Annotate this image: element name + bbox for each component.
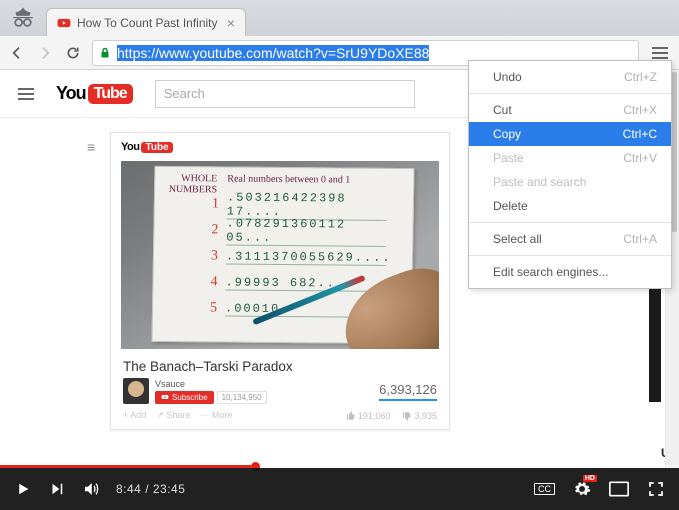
ctx-paste[interactable]: Paste Ctrl+V — [469, 146, 671, 170]
time-display: 8:44 / 23:45 — [116, 482, 185, 496]
mini-logo-tube: Tube — [141, 142, 172, 153]
ctx-label: Cut — [493, 103, 512, 117]
settings-button[interactable]: HD — [573, 480, 591, 498]
address-bar-context-menu: Undo Ctrl+Z Cut Ctrl+X Copy Ctrl+C Paste… — [468, 60, 672, 289]
more-button[interactable]: ⋯ More — [200, 410, 232, 421]
paper-row-num: 5 — [163, 300, 225, 317]
url-text: https://www.youtube.com/watch?v=SrU9YDoX… — [117, 45, 429, 61]
paper-row-num: 2 — [164, 222, 226, 239]
ctx-label: Copy — [493, 127, 521, 141]
list-handle-icon: ≡ — [87, 139, 95, 155]
paper-heading-right: Real numbers between 0 and 1 — [227, 174, 350, 186]
browser-tab-active[interactable]: How To Count Past Infinity × — [46, 8, 246, 36]
ctx-separator — [469, 222, 671, 223]
current-time: 8:44 — [116, 482, 141, 496]
paper-row-val: .3111370055629.... — [226, 249, 386, 265]
share-button[interactable]: ↗ Share — [156, 410, 190, 421]
ctx-label: Edit search engines... — [493, 265, 608, 279]
view-count: 6,393,126 — [379, 382, 437, 401]
paper-row-val: .078291360112 05... — [226, 216, 387, 246]
like-button[interactable]: 191,060 — [346, 411, 391, 421]
add-to-button[interactable]: + Add — [123, 410, 146, 421]
reload-button[interactable] — [64, 44, 82, 62]
ctx-delete[interactable]: Delete — [469, 194, 671, 218]
volume-button[interactable] — [82, 480, 100, 498]
tab-close-button[interactable]: × — [227, 16, 235, 30]
video-card: ≡ YouTube WHOLE NUMBERS Real numbers bet… — [110, 132, 450, 430]
youtube-favicon-icon — [57, 16, 71, 30]
ctx-separator — [469, 255, 671, 256]
paper-row-num: 3 — [164, 248, 226, 265]
hd-badge: HD — [583, 475, 597, 482]
ctx-label: Select all — [493, 232, 542, 246]
card-action-row: + Add ↗ Share ⋯ More 191,060 3,935 — [111, 410, 449, 429]
search-placeholder: Search — [164, 86, 205, 101]
paper-row-num: 1 — [165, 196, 227, 213]
ctx-copy[interactable]: Copy Ctrl+C — [469, 122, 671, 146]
youtube-search-input[interactable]: Search — [155, 80, 415, 108]
dislike-count: 3,935 — [414, 411, 437, 421]
guide-menu-button[interactable] — [18, 88, 34, 100]
card-mini-logo[interactable]: YouTube — [111, 133, 449, 161]
ctx-label: Paste and search — [493, 175, 586, 189]
browser-tab-strip: How To Count Past Infinity × — [0, 0, 679, 36]
fullscreen-button[interactable] — [647, 480, 665, 498]
paper-heading-left: WHOLE NUMBERS — [159, 173, 217, 196]
theater-mode-button[interactable] — [609, 481, 629, 497]
logo-text-tube: Tube — [88, 84, 133, 104]
duration: 23:45 — [153, 482, 186, 496]
ctx-undo[interactable]: Undo Ctrl+Z — [469, 65, 671, 89]
video-thumbnail[interactable]: WHOLE NUMBERS Real numbers between 0 and… — [121, 161, 439, 349]
url-rest: ://www.youtube.com/watch?v=SrU9YDoXE88 — [147, 45, 429, 61]
ctx-shortcut: Ctrl+X — [623, 103, 657, 117]
ctx-select-all[interactable]: Select all Ctrl+A — [469, 227, 671, 251]
card-channel-row: Vsauce Subscribe 10,134,950 6,393,126 — [111, 378, 449, 410]
ctx-cut[interactable]: Cut Ctrl+X — [469, 98, 671, 122]
ctx-label: Paste — [493, 151, 524, 165]
next-button[interactable] — [48, 480, 66, 498]
mini-logo-you: You — [121, 141, 139, 153]
ctx-shortcut: Ctrl+V — [623, 151, 657, 165]
video-player-controls: 8:44 / 23:45 CC HD — [0, 468, 679, 510]
like-count: 191,060 — [358, 411, 391, 421]
logo-text-you: You — [56, 83, 86, 104]
ctx-edit-search-engines[interactable]: Edit search engines... — [469, 260, 671, 284]
ctx-shortcut: Ctrl+C — [623, 127, 657, 141]
ctx-label: Delete — [493, 199, 528, 213]
channel-name[interactable]: Vsauce — [155, 379, 267, 389]
incognito-icon — [10, 4, 36, 30]
url-protocol: https — [117, 45, 147, 61]
ctx-shortcut: Ctrl+Z — [624, 70, 657, 84]
time-divider: / — [141, 482, 153, 496]
subscribe-button[interactable]: Subscribe — [155, 391, 214, 404]
back-button[interactable] — [8, 44, 26, 62]
subscribe-label: Subscribe — [172, 393, 208, 402]
captions-button[interactable]: CC — [534, 483, 555, 495]
paper-row-num: 4 — [163, 274, 225, 291]
tab-title: How To Count Past Infinity — [77, 16, 221, 30]
play-button[interactable] — [14, 480, 32, 498]
ctx-separator — [469, 93, 671, 94]
dislike-button[interactable]: 3,935 — [402, 411, 437, 421]
ctx-shortcut: Ctrl+A — [623, 232, 657, 246]
ctx-label: Undo — [493, 70, 522, 84]
forward-button[interactable] — [36, 44, 54, 62]
video-title[interactable]: The Banach–Tarski Paradox — [111, 349, 449, 378]
lock-icon — [99, 46, 111, 60]
subscriber-count: 10,134,950 — [217, 391, 267, 404]
youtube-logo[interactable]: YouTube — [56, 83, 133, 104]
ctx-paste-search[interactable]: Paste and search — [469, 170, 671, 194]
channel-avatar[interactable] — [123, 378, 149, 404]
